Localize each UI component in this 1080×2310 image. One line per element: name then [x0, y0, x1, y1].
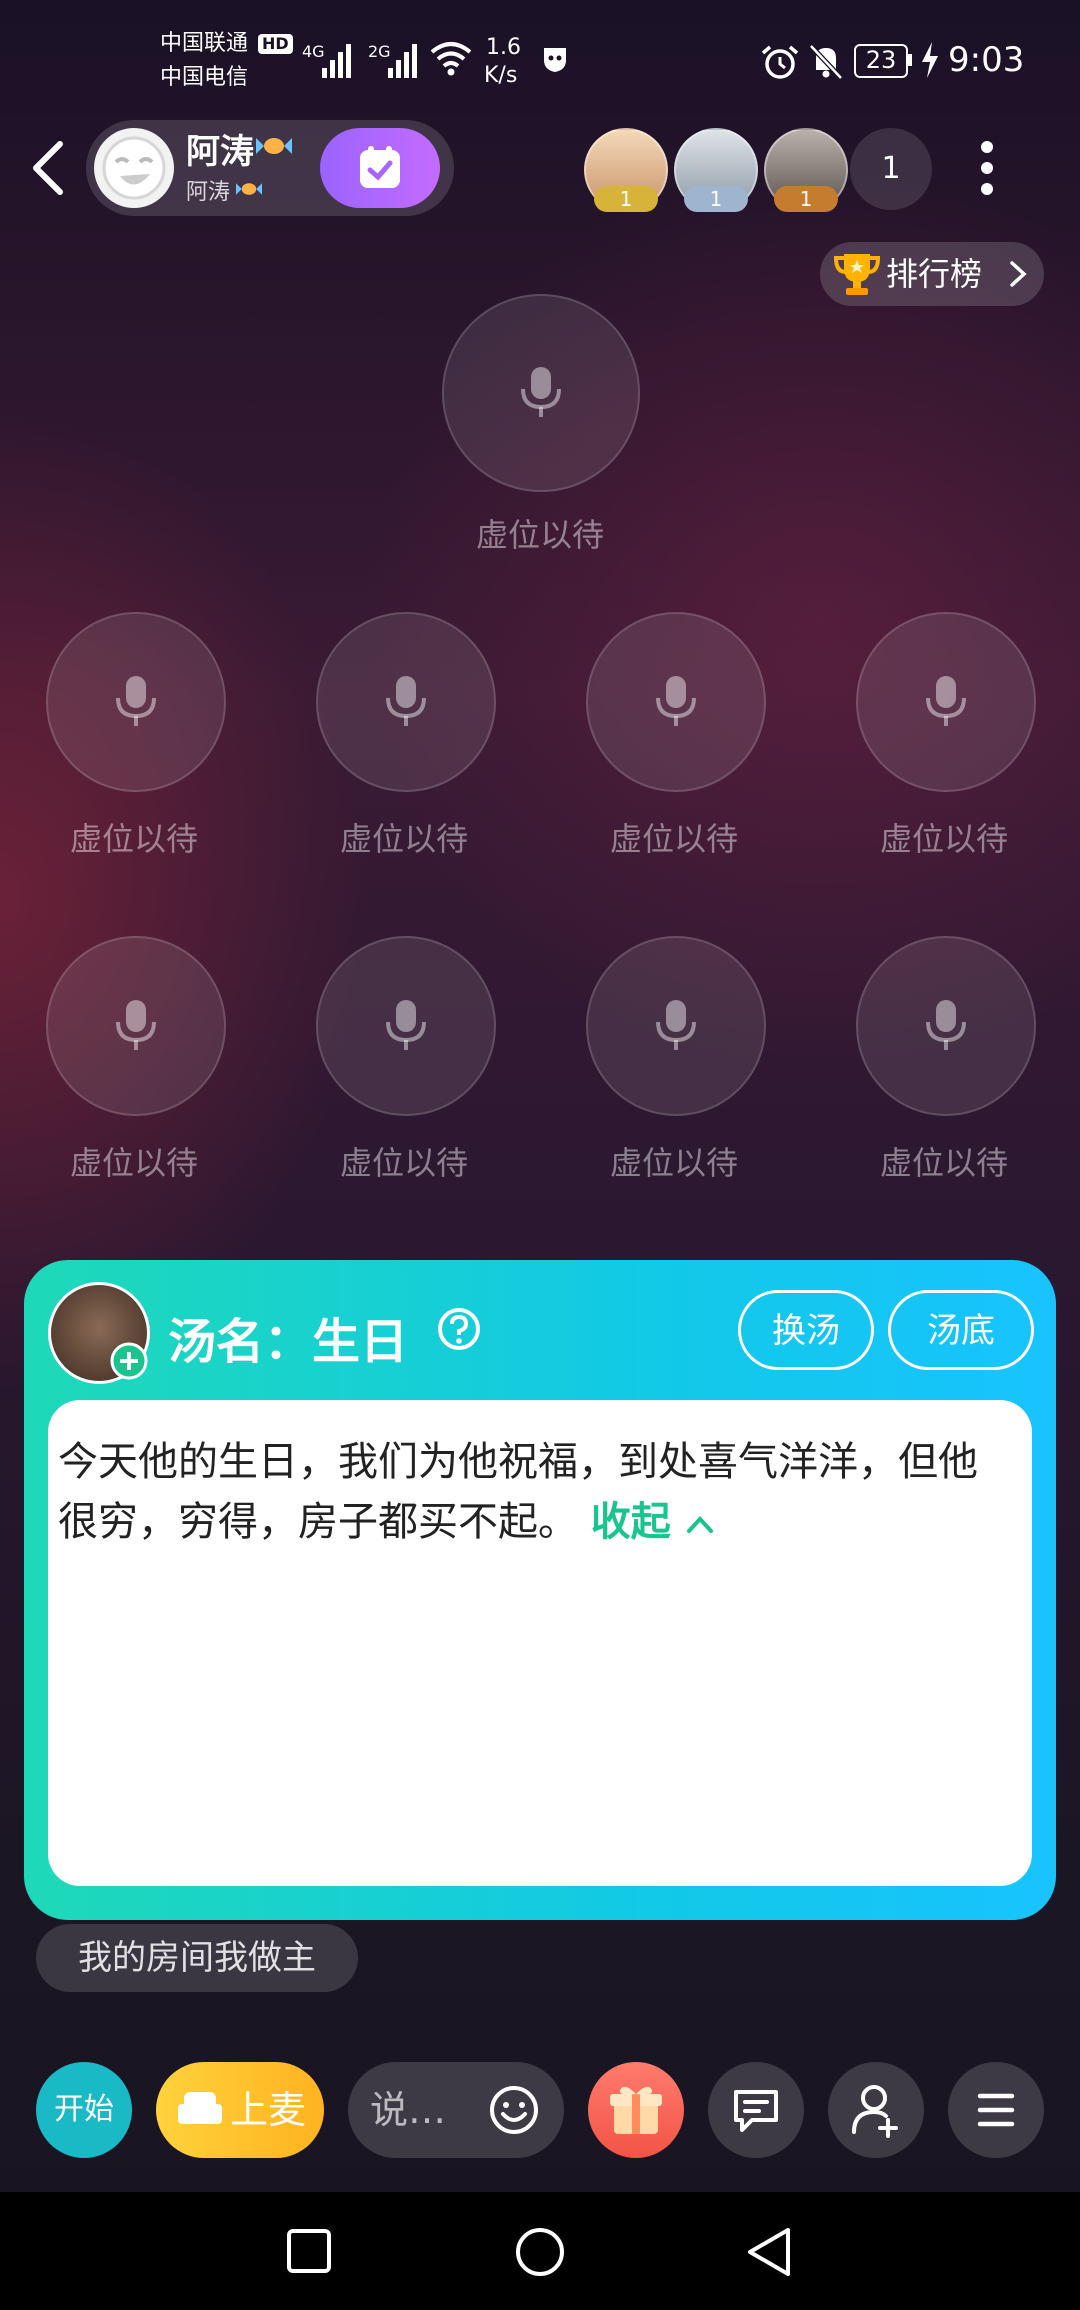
viewer-badge: 1: [594, 186, 658, 212]
clock: 9:03: [948, 40, 1025, 80]
mic-icon: [386, 1000, 426, 1050]
seat-label: 虚位以待: [609, 1144, 738, 1182]
viewer-avatar-1[interactable]: 1: [584, 128, 668, 212]
mic-icon: [656, 676, 696, 726]
menu-button[interactable]: [948, 2062, 1044, 2158]
signal-icon-2: [388, 44, 417, 78]
emoji-icon[interactable]: [488, 2084, 540, 2136]
viewer-avatar-3[interactable]: 1: [764, 128, 848, 212]
mic-icon: [656, 1000, 696, 1050]
collapse-button[interactable]: 收起: [591, 1499, 715, 1545]
seat-label: 虚位以待: [609, 820, 738, 858]
circle-nav-icon[interactable]: [514, 2226, 566, 2278]
mute-bell-icon: [809, 44, 843, 80]
viewer-badge: 1: [774, 186, 838, 212]
seat-label: 虚位以待: [339, 820, 468, 858]
seat-label: 虚位以待: [879, 1144, 1008, 1182]
hd-badge: HD: [258, 34, 293, 54]
mic-icon: [521, 367, 561, 417]
app-notification-icon: [544, 48, 566, 72]
soup-story-text: 今天他的生日，我们为他祝福，到处喜气洋洋，但他很穷，穷得，房子都买不起。: [58, 1439, 978, 1545]
trophy-icon: [833, 254, 881, 295]
battery-indicator: 23: [854, 44, 908, 78]
collapse-label: 收起: [590, 1499, 671, 1545]
seat-label: 虚位以待: [69, 1144, 198, 1182]
soup-answer-button[interactable]: 汤底: [888, 1290, 1034, 1370]
seat-5[interactable]: [46, 936, 226, 1116]
net-speed-value: 1.6: [486, 35, 521, 60]
host-chip[interactable]: 我的房间我做主: [36, 1924, 358, 1992]
soup-story: 今天他的生日，我们为他祝福，到处喜气洋洋，但他很穷，穷得，房子都买不起。 收起: [58, 1432, 998, 1552]
seat-3[interactable]: [586, 612, 766, 792]
mic-icon: [386, 676, 426, 726]
chevron-right-icon: [1010, 261, 1027, 287]
signal-icon: [322, 44, 351, 78]
add-friend-icon: [852, 2085, 898, 2138]
seat-7[interactable]: [586, 936, 766, 1116]
sofa-icon: [178, 2092, 222, 2124]
go-on-mic-button[interactable]: 上麦: [156, 2062, 324, 2158]
host-seat[interactable]: [442, 294, 640, 492]
seat-label: 虚位以待: [879, 820, 1008, 858]
battery-tip: [908, 54, 912, 66]
ranking-label: 排行榜: [886, 255, 983, 293]
carrier-2: 中国电信: [160, 65, 249, 90]
seat-8[interactable]: [856, 936, 1036, 1116]
chat-input-placeholder: 说…: [370, 2088, 447, 2132]
seat-label: 虚位以待: [69, 820, 198, 858]
seat-4[interactable]: [856, 612, 1036, 792]
gift-button[interactable]: [588, 2062, 684, 2158]
host-seat-label: 虚位以待: [475, 516, 604, 554]
room-avatar-face-icon: [102, 136, 166, 200]
seat-1[interactable]: [46, 612, 226, 792]
viewer-badge: 1: [684, 186, 748, 212]
back-icon[interactable]: [28, 140, 68, 196]
follow-button[interactable]: [320, 128, 440, 208]
chat-input[interactable]: 说…: [348, 2062, 564, 2158]
message-button[interactable]: [708, 2062, 804, 2158]
start-button[interactable]: 开始: [36, 2062, 132, 2158]
seat-label: 虚位以待: [339, 1144, 468, 1182]
mic-icon: [116, 1000, 156, 1050]
system-nav-bar: [0, 2192, 1080, 2310]
room-name: 阿涛: [186, 132, 254, 172]
more-icon[interactable]: [980, 140, 994, 196]
change-soup-button[interactable]: 换汤: [738, 1290, 874, 1370]
mic-icon: [926, 1000, 966, 1050]
alarm-icon: [761, 45, 799, 79]
seat-6[interactable]: [316, 936, 496, 1116]
ranking-button[interactable]: 排行榜: [820, 242, 1044, 306]
go-on-mic-label: 上麦: [230, 2088, 307, 2132]
soup-title: 汤名：生日: [168, 1314, 409, 1370]
candy-icon: [256, 138, 292, 154]
mic-icon: [116, 676, 156, 726]
chevron-up-icon: [686, 1516, 713, 1533]
room-avatar[interactable]: [94, 128, 174, 208]
message-icon: [734, 2090, 778, 2132]
soup-card: 汤名：生日 换汤 汤底: [24, 1260, 1056, 1920]
wifi-icon: [430, 42, 472, 76]
seat-2[interactable]: [316, 612, 496, 792]
check-icon: [360, 146, 400, 188]
room-subtitle: 阿涛: [186, 180, 231, 205]
candy-icon-small: [236, 183, 262, 195]
triangle-nav-icon[interactable]: [744, 2226, 792, 2278]
carrier-1: 中国联通: [160, 31, 249, 56]
viewer-avatar-2[interactable]: 1: [674, 128, 758, 212]
add-friend-button[interactable]: [828, 2062, 924, 2158]
menu-icon: [977, 2093, 1015, 2127]
viewer-count[interactable]: 1: [850, 128, 932, 210]
gift-icon: [610, 2086, 662, 2134]
help-icon[interactable]: [436, 1306, 482, 1352]
net-speed-unit: K/s: [484, 63, 518, 88]
mic-icon: [926, 676, 966, 726]
square-nav-icon[interactable]: [286, 2228, 332, 2274]
charging-icon: [922, 42, 938, 78]
room-info-pill[interactable]: 阿涛 阿涛: [86, 120, 454, 216]
add-icon[interactable]: [110, 1342, 148, 1380]
